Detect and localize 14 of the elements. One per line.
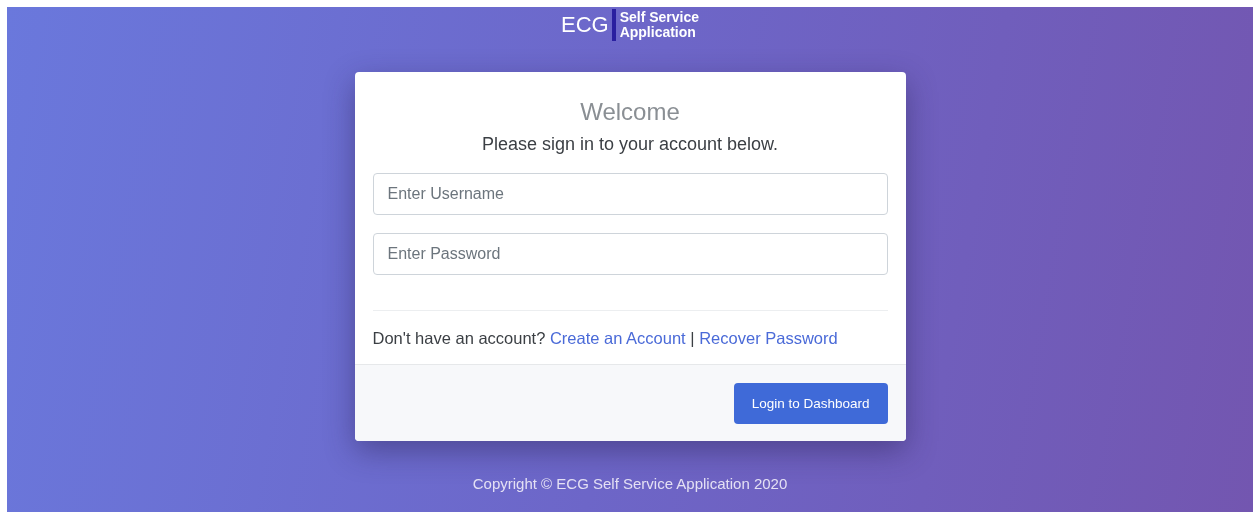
create-account-link[interactable]: Create an Account [549,329,686,347]
card-subtitle: Please sign in to your account below. [480,134,780,155]
login-button[interactable]: Login to Dashboard [733,383,888,424]
account-prompt: Don't have an account? [372,329,546,347]
copyright-text: Copyright © ECG Self Service Application 2020 [472,475,788,492]
recover-password-link[interactable]: Recover Password [699,329,838,347]
logo-text: Self Service [619,10,700,25]
logo-bar [611,9,616,41]
logo-text: Application [619,25,697,40]
logo-mark: ECG [560,12,610,38]
input-field[interactable]: Enter Username [372,173,888,215]
input-field[interactable]: Enter Password [372,233,888,275]
link-separator: | [690,329,695,347]
card-title: Welcome [579,98,681,126]
